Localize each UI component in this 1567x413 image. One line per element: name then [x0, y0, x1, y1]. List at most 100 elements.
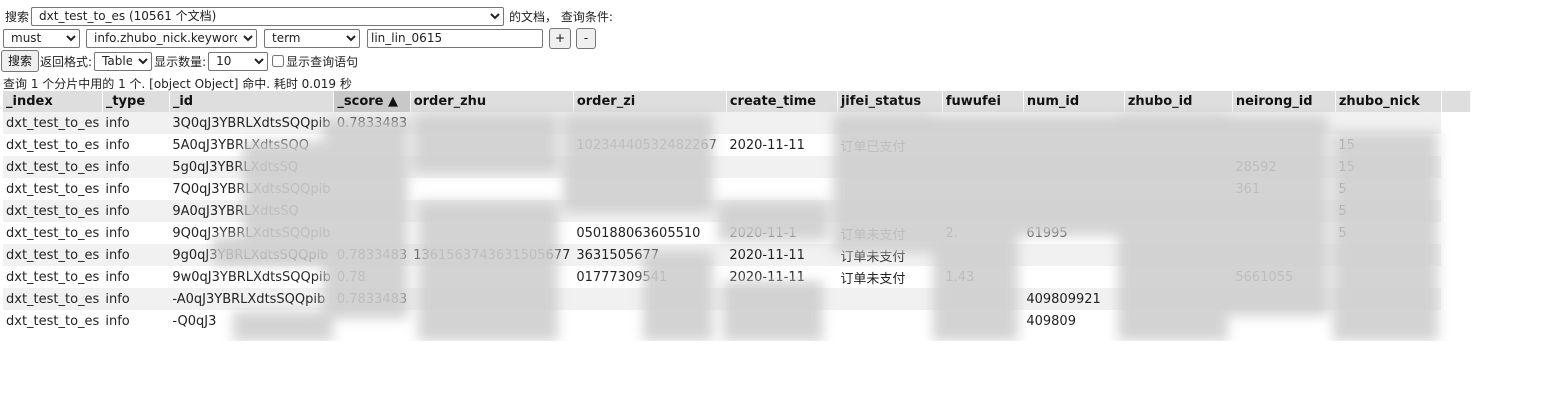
table-cell	[1124, 244, 1233, 266]
table-cell	[1232, 222, 1336, 244]
column-header-score[interactable]: _score ▲	[333, 91, 411, 112]
table-row[interactable]: dxt_test_to_es info -Q0qJ3 409809	[3, 310, 1471, 332]
column-header-id[interactable]: _id	[169, 91, 335, 112]
table-cell-filler	[1441, 310, 1471, 332]
show-query-checkbox[interactable]	[272, 55, 285, 67]
table-cell	[1232, 310, 1336, 332]
table-cell: 9Q0qJ3YBRLXdtsSQQpib	[169, 222, 334, 244]
status-text: 查询 1 个分片中用的 1 个. [object Object] 命中. 耗时 …	[3, 76, 352, 91]
table-cell	[837, 200, 943, 222]
column-header-type[interactable]: _type	[102, 91, 170, 112]
table-cell	[1124, 134, 1233, 156]
table-cell	[1335, 310, 1442, 332]
table-cell: 2.	[942, 222, 1024, 244]
table-cell: 订单未支付	[837, 222, 943, 244]
table-cell	[726, 112, 838, 134]
table-row[interactable]: dxt_test_to_es info 9A0qJ3YBRLXdtsSQ 5	[3, 200, 1471, 222]
table-cell	[333, 200, 411, 222]
table-cell-filler	[1441, 222, 1471, 244]
table-cell	[1124, 112, 1233, 134]
table-cell	[942, 310, 1024, 332]
bool-select[interactable]: must	[3, 28, 80, 48]
column-header-order-zi[interactable]: order_zi	[573, 91, 727, 112]
table-cell	[1023, 112, 1125, 134]
table-cell	[837, 288, 943, 310]
table-cell: 5g0qJ3YBRLXdtsSQ	[169, 156, 334, 178]
table-row[interactable]: dxt_test_to_es info 9w0qJ3YBRLXdtsSQQpib 0.…	[3, 266, 1471, 288]
table-cell: 5	[1335, 200, 1442, 222]
table-cell: 28592	[1232, 156, 1336, 178]
table-header-row: _index _type _id _score ▲ order_zhu order_zi c…	[3, 91, 1471, 112]
query-value-input[interactable]	[367, 28, 543, 48]
table-cell	[942, 288, 1024, 310]
table-cell: dxt_test_to_es	[3, 112, 103, 134]
table-row[interactable]: dxt_test_to_es info 7Q0qJ3YBRLXdtsSQQpib 36…	[3, 178, 1471, 200]
table-cell	[726, 288, 838, 310]
table-row[interactable]: dxt_test_to_es info 3Q0qJ3YBRLXdtsSQQpib 0.…	[3, 112, 1471, 134]
search-button[interactable]: 搜索	[1, 50, 40, 72]
table-cell: info	[102, 200, 170, 222]
show-query-label: 显示查询语句	[286, 54, 359, 69]
table-cell	[333, 222, 411, 244]
column-header-zhubo-id[interactable]: zhubo_id	[1124, 91, 1233, 112]
table-cell	[837, 156, 943, 178]
search-controls: 搜索 返回格式: Table 显示数量: 10 显示查询语句	[1, 50, 359, 72]
table-cell	[1232, 288, 1336, 310]
table-cell: dxt_test_to_es	[3, 156, 103, 178]
operator-select[interactable]: term	[264, 28, 360, 48]
table-cell: dxt_test_to_es	[3, 200, 103, 222]
column-header-num-id[interactable]: num_id	[1023, 91, 1125, 112]
table-cell	[1335, 244, 1442, 266]
table-cell	[726, 200, 838, 222]
index-select[interactable]: dxt_test_to_es (10561 个文档)	[31, 6, 505, 26]
field-select[interactable]: info.zhubo_nick.keyword	[86, 28, 257, 48]
add-condition-button[interactable]: +	[549, 27, 571, 49]
table-cell	[726, 156, 838, 178]
table-cell	[410, 200, 574, 222]
table-cell: 5	[1335, 178, 1442, 200]
table-cell: dxt_test_to_es	[3, 266, 103, 288]
table-cell: dxt_test_to_es	[3, 178, 103, 200]
table-cell: 0.7833483	[333, 244, 411, 266]
table-cell: 361	[1232, 178, 1336, 200]
results-table: _index _type _id _score ▲ order_zhu order_zi c…	[3, 91, 1471, 332]
table-cell: 5A0qJ3YBRLXdtsSQQ	[169, 134, 334, 156]
table-cell: info	[102, 310, 170, 332]
count-select[interactable]: 10	[208, 51, 269, 71]
table-row[interactable]: dxt_test_to_es info 9Q0qJ3YBRLXdtsSQQpib 05…	[3, 222, 1471, 244]
table-cell: 15	[1335, 134, 1442, 156]
table-cell: info	[102, 112, 170, 134]
table-cell	[1232, 200, 1336, 222]
column-header-neirong-id[interactable]: neirong_id	[1232, 91, 1336, 112]
table-cell	[1124, 288, 1233, 310]
table-cell: 409809921	[1023, 288, 1125, 310]
table-cell	[1124, 200, 1233, 222]
column-header-fuwufei[interactable]: fuwufei	[942, 91, 1024, 112]
table-cell	[1023, 156, 1125, 178]
table-cell	[837, 112, 943, 134]
table-cell	[333, 178, 411, 200]
table-row[interactable]: dxt_test_to_es info 5g0qJ3YBRLXdtsSQ 28592 1…	[3, 156, 1471, 178]
table-cell	[1232, 134, 1336, 156]
table-cell: info	[102, 266, 170, 288]
table-cell: -Q0qJ3	[169, 310, 334, 332]
remove-condition-button[interactable]: -	[576, 27, 596, 49]
column-header-order-zhu[interactable]: order_zhu	[410, 91, 574, 112]
table-cell: 2020-11-11	[726, 244, 838, 266]
table-cell	[573, 156, 727, 178]
table-cell: 10234440532482267	[573, 134, 727, 156]
table-cell	[573, 310, 727, 332]
table-cell: info	[102, 288, 170, 310]
table-cell	[837, 178, 943, 200]
table-row[interactable]: dxt_test_to_es info 9g0qJ3YBRLXdtsSQQpib 0.…	[3, 244, 1471, 266]
column-header-index[interactable]: _index	[3, 91, 103, 112]
table-row[interactable]: dxt_test_to_es info -A0qJ3YBRLXdtsSQQpib 0.…	[3, 288, 1471, 310]
table-cell: 5	[1335, 222, 1442, 244]
table-cell	[1023, 178, 1125, 200]
column-header-zhubo-nick[interactable]: zhubo_nick	[1335, 91, 1442, 112]
table-cell	[1232, 244, 1336, 266]
column-header-create-time[interactable]: create_time	[726, 91, 838, 112]
column-header-jifei-status[interactable]: jifei_status	[837, 91, 943, 112]
table-row[interactable]: dxt_test_to_es info 5A0qJ3YBRLXdtsSQQ 10234…	[3, 134, 1471, 156]
format-select[interactable]: Table	[94, 51, 153, 71]
